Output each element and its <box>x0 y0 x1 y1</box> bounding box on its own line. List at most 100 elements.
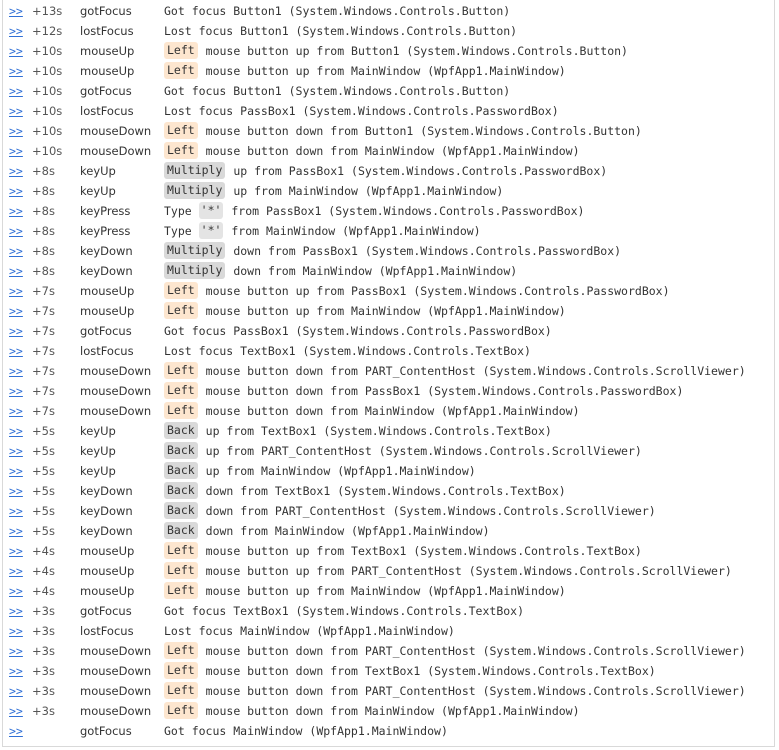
log-message: Left mouse button up from TextBox1 (Syst… <box>164 541 642 561</box>
mouse-button-badge: Left <box>164 142 198 159</box>
log-time: +5s <box>32 424 55 438</box>
expand-link[interactable]: >> <box>9 41 23 61</box>
expand-link[interactable]: >> <box>9 221 23 241</box>
log-time: +7s <box>32 324 55 338</box>
expand-link[interactable]: >> <box>9 681 23 701</box>
log-message: Multiply down from PassBox1 (System.Wind… <box>164 241 621 261</box>
log-text: Lost focus PassBox1 (System.Windows.Cont… <box>164 104 559 118</box>
log-message: Left mouse button down from PassBox1 (Sy… <box>164 381 683 401</box>
log-text: from PassBox1 (System.Windows.Controls.P… <box>231 204 585 218</box>
expand-link[interactable]: >> <box>9 721 23 741</box>
key-badge: Back <box>164 502 198 519</box>
log-event-type: gotFocus <box>80 724 132 738</box>
expand-link[interactable]: >> <box>9 601 23 621</box>
mouse-button-badge: Left <box>164 382 198 399</box>
log-text: mouse button down from Button1 (System.W… <box>205 124 642 138</box>
expand-link[interactable]: >> <box>9 141 23 161</box>
expand-link[interactable]: >> <box>9 161 23 181</box>
log-prefix: Type <box>164 224 192 238</box>
expand-link[interactable]: >> <box>9 81 23 101</box>
expand-link[interactable]: >> <box>9 461 23 481</box>
expand-link[interactable]: >> <box>9 441 23 461</box>
expand-link[interactable]: >> <box>9 281 23 301</box>
log-event-type: keyUp <box>80 184 116 198</box>
expand-link[interactable]: >> <box>9 521 23 541</box>
log-text: Got focus PassBox1 (System.Windows.Contr… <box>164 324 552 338</box>
expand-link[interactable]: >> <box>9 261 23 281</box>
expand-link[interactable]: >> <box>9 121 23 141</box>
expand-link[interactable]: >> <box>9 1 23 21</box>
log-message: Multiply up from MainWindow (WpfApp1.Mai… <box>164 181 503 201</box>
log-text: mouse button down from MainWindow (WpfAp… <box>205 404 580 418</box>
log-message: Lost focus PassBox1 (System.Windows.Cont… <box>164 101 559 121</box>
log-event-type: keyUp <box>80 464 116 478</box>
log-time: +10s <box>32 84 63 98</box>
expand-link[interactable]: >> <box>9 181 23 201</box>
expand-link[interactable]: >> <box>9 541 23 561</box>
log-time: +10s <box>32 124 63 138</box>
log-text: mouse button up from MainWindow (WpfApp1… <box>205 64 566 78</box>
expand-link[interactable]: >> <box>9 641 23 661</box>
log-time: +7s <box>32 284 55 298</box>
expand-link[interactable]: >> <box>9 201 23 221</box>
log-event-type: keyPress <box>80 224 131 238</box>
log-time: +4s <box>32 564 55 578</box>
log-message: Left mouse button down from TextBox1 (Sy… <box>164 661 656 681</box>
log-time: +5s <box>32 484 55 498</box>
log-message: Left mouse button up from MainWindow (Wp… <box>164 301 566 321</box>
log-text: Got focus TextBox1 (System.Windows.Contr… <box>164 604 525 618</box>
log-text: mouse button up from MainWindow (WpfApp1… <box>205 584 566 598</box>
expand-link[interactable]: >> <box>9 361 23 381</box>
log-message: Left mouse button down from MainWindow (… <box>164 701 580 721</box>
expand-link[interactable]: >> <box>9 581 23 601</box>
expand-link[interactable]: >> <box>9 21 23 41</box>
log-message: Back up from TextBox1 (System.Windows.Co… <box>164 421 552 441</box>
log-text: mouse button up from PART_ContentHost (S… <box>205 564 732 578</box>
expand-link[interactable]: >> <box>9 381 23 401</box>
log-text: down from MainWindow (WpfApp1.MainWindow… <box>233 264 518 278</box>
expand-link[interactable]: >> <box>9 661 23 681</box>
expand-link[interactable]: >> <box>9 101 23 121</box>
log-time: +7s <box>32 304 55 318</box>
key-badge: Back <box>164 442 198 459</box>
log-event-type: mouseDown <box>80 644 152 658</box>
log-time: +5s <box>32 444 55 458</box>
log-text: down from TextBox1 (System.Windows.Contr… <box>205 484 566 498</box>
log-time: +10s <box>32 144 63 158</box>
log-message: Left mouse button up from MainWindow (Wp… <box>164 61 566 81</box>
log-time: +7s <box>32 364 55 378</box>
expand-link[interactable]: >> <box>9 621 23 641</box>
log-event-type: mouseDown <box>80 704 152 718</box>
expand-link[interactable]: >> <box>9 241 23 261</box>
log-time: +3s <box>32 604 55 618</box>
expand-link[interactable]: >> <box>9 421 23 441</box>
log-event-type: keyPress <box>80 204 131 218</box>
key-badge: Back <box>164 462 198 479</box>
log-time: +13s <box>32 4 63 18</box>
expand-link[interactable]: >> <box>9 341 23 361</box>
mouse-button-badge: Left <box>164 662 198 679</box>
char-badge: '*' <box>198 222 224 239</box>
expand-link[interactable]: >> <box>9 501 23 521</box>
log-message: Multiply up from PassBox1 (System.Window… <box>164 161 607 181</box>
log-text: Got focus MainWindow (WpfApp1.MainWindow… <box>164 724 448 738</box>
expand-link[interactable]: >> <box>9 701 23 721</box>
log-time: +10s <box>32 64 63 78</box>
key-badge: Multiply <box>164 182 226 199</box>
log-event-type: keyUp <box>80 444 116 458</box>
expand-link[interactable]: >> <box>9 301 23 321</box>
log-prefix: Type <box>164 204 192 218</box>
log-time: +3s <box>32 644 55 658</box>
expand-link[interactable]: >> <box>9 401 23 421</box>
log-message: Left mouse button down from PART_Content… <box>164 361 746 381</box>
log-text: mouse button down from MainWindow (WpfAp… <box>205 704 580 718</box>
log-text: down from PART_ContentHost (System.Windo… <box>205 504 656 518</box>
expand-link[interactable]: >> <box>9 561 23 581</box>
log-time: +8s <box>32 184 55 198</box>
expand-link[interactable]: >> <box>9 481 23 501</box>
expand-link[interactable]: >> <box>9 321 23 341</box>
log-event-type: mouseDown <box>80 144 152 158</box>
log-event-type: mouseUp <box>80 64 135 78</box>
expand-link[interactable]: >> <box>9 61 23 81</box>
log-text: mouse button up from Button1 (System.Win… <box>205 44 628 58</box>
